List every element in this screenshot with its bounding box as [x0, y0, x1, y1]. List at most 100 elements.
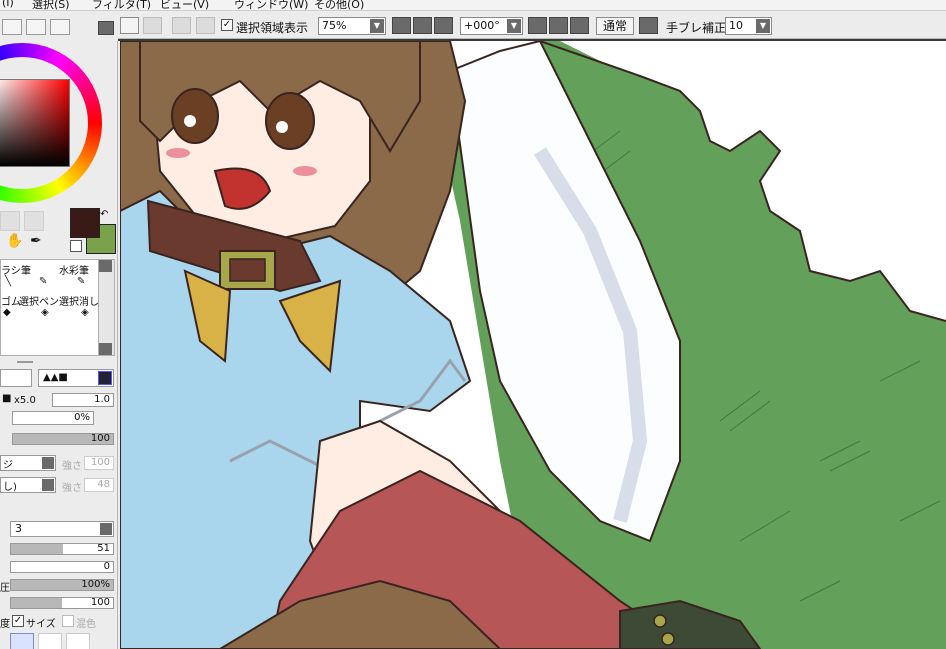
- chevron-down-icon: ▼: [507, 19, 521, 33]
- show-selection-label: 選択領域表示: [236, 21, 309, 35]
- menu-item-window[interactable]: ウィンドウ(W): [234, 0, 308, 10]
- brush-preset-select[interactable]: 3: [10, 521, 114, 537]
- density-value: 100: [90, 433, 110, 444]
- bleed-strength-label: 強さ: [62, 483, 82, 494]
- tool-eraser[interactable]: ゴム: [1, 293, 21, 308]
- size-multiplier[interactable]: x5.0: [14, 395, 36, 406]
- reset-colors-icon[interactable]: [70, 240, 82, 252]
- brush-shape-square-icon[interactable]: [98, 371, 112, 385]
- persistence-value: 100: [90, 597, 110, 608]
- blending-value: 0: [103, 561, 110, 572]
- artwork: [120, 41, 946, 649]
- menu-item-filter[interactable]: フィルタ(T): [92, 0, 151, 10]
- undo-icon[interactable]: [120, 17, 139, 34]
- hand-icon[interactable]: ✋: [6, 233, 23, 249]
- view-icon[interactable]: [50, 19, 70, 35]
- view-grid-icon[interactable]: [26, 19, 46, 35]
- density-slider[interactable]: 100: [12, 433, 114, 445]
- tool-selection-pen[interactable]: 選択ペン: [19, 293, 59, 308]
- brush-dot-selector[interactable]: [66, 633, 90, 649]
- brush-size-field[interactable]: 1.0: [52, 393, 114, 407]
- drawing-canvas[interactable]: [120, 41, 946, 649]
- deselect-icon[interactable]: [172, 17, 191, 34]
- chevron-down-icon: ▼: [756, 19, 770, 33]
- bleed-strength-field: 48: [84, 478, 114, 492]
- zoom-in-icon[interactable]: [413, 17, 432, 34]
- swap-colors-icon[interactable]: ↶: [100, 209, 108, 220]
- eyedropper-icon[interactable]: ✒: [30, 233, 42, 249]
- panel-toolbar: [0, 11, 118, 41]
- paper-texture-select[interactable]: ジ: [0, 455, 56, 471]
- texture-strength-label: 強さ: [62, 461, 82, 472]
- zoom-reset-icon[interactable]: [434, 17, 453, 34]
- texture-strength-field: 100: [84, 456, 114, 470]
- flip-horizontal-icon[interactable]: [639, 17, 658, 34]
- show-selection-checkbox[interactable]: ✓: [221, 19, 233, 31]
- brush-dot-selector[interactable]: [10, 633, 34, 649]
- pressure-density-label: 度: [0, 619, 10, 630]
- stabilizer-select[interactable]: 10 ▼: [725, 17, 772, 35]
- redo-icon[interactable]: [143, 17, 162, 34]
- rotate-ccw-icon[interactable]: [528, 17, 547, 34]
- zoom-out-icon[interactable]: [392, 17, 411, 34]
- stabilizer-label: 手ブレ補正: [666, 21, 727, 35]
- menu-item-view[interactable]: ビュー(V): [160, 0, 209, 10]
- size-link-icon: ■: [2, 393, 12, 404]
- rotate-reset-icon[interactable]: [570, 17, 589, 34]
- zoom-select[interactable]: 75% ▼: [318, 17, 386, 35]
- persistence-slider[interactable]: 100: [10, 597, 114, 609]
- paper-texture-value: ジ: [3, 460, 13, 471]
- menu-bar: (I) 選択(S) フィルタ(T) ビュー(V) ウィンドウ(W) その他(O): [0, 0, 946, 11]
- bleed-value: し): [3, 482, 17, 493]
- panel-splitter[interactable]: [17, 361, 33, 363]
- rotation-value: +000°: [464, 19, 500, 32]
- eraser-icon: ◆: [3, 307, 11, 318]
- pressure-size-checkbox[interactable]: ✓: [12, 615, 24, 627]
- selection-pen-icon: ◈: [41, 307, 49, 318]
- blending-slider[interactable]: 0: [10, 561, 114, 573]
- brush-shape-icon[interactable]: ▲▲■: [43, 372, 68, 383]
- main-toolbar: ✓ 選択領域表示 75% ▼ +000° ▼ 通常 手ブレ補正 10 ▼: [118, 11, 946, 39]
- pen-icon: ✎: [39, 276, 48, 287]
- bleed-select[interactable]: し): [0, 477, 56, 493]
- quick-slot[interactable]: [24, 211, 44, 231]
- tool-watercolor[interactable]: 水彩筆: [59, 262, 89, 277]
- scroll-down-icon[interactable]: [99, 343, 112, 355]
- panel-menu-arrow-icon[interactable]: [98, 21, 114, 35]
- pressure-slider[interactable]: 100%: [10, 579, 114, 591]
- quick-slot[interactable]: [0, 211, 20, 231]
- chevron-down-icon: ▼: [370, 19, 384, 33]
- menu-item-select[interactable]: 選択(S): [32, 0, 70, 10]
- min-size-field[interactable]: 0%: [12, 411, 94, 425]
- selection-eraser-icon: ◈: [81, 307, 89, 318]
- normal-view-button[interactable]: 通常: [596, 17, 635, 35]
- rotation-select[interactable]: +000° ▼: [460, 17, 523, 35]
- brush-preset-value: 3: [15, 522, 22, 535]
- menu-item-layer[interactable]: (I): [2, 0, 14, 9]
- invert-selection-icon[interactable]: [196, 17, 215, 34]
- brush-shape-selector[interactable]: ▲▲■: [38, 369, 114, 387]
- pressure-mix-checkbox[interactable]: [62, 615, 74, 627]
- tool-panel: ↶ ✋ ✒ ラシ 筆 水彩筆 ╲ ✎ ✎ ゴム 選択ペン 選択消し ◆ ◈ ◈ …: [0, 41, 118, 649]
- zoom-value: 75%: [322, 19, 347, 32]
- tool-palette: ラシ 筆 水彩筆 ╲ ✎ ✎ ゴム 選択ペン 選択消し ◆ ◈ ◈: [0, 259, 100, 356]
- scroll-up-icon[interactable]: [99, 260, 112, 272]
- pressure-mix-label: 混色: [76, 619, 96, 630]
- brush-icon: ╲: [5, 276, 12, 287]
- watercolor-icon: ✎: [77, 276, 86, 287]
- menu-item-other[interactable]: その他(O): [314, 0, 364, 10]
- tool-selection-eraser[interactable]: 選択消し: [59, 293, 99, 308]
- blur-slider[interactable]: 51: [10, 543, 114, 555]
- tool-brush[interactable]: ラシ: [1, 262, 21, 277]
- pressure-label: 圧: [0, 583, 10, 594]
- brush-dot-selector[interactable]: [38, 633, 62, 649]
- tool-scrollbar[interactable]: [98, 259, 115, 356]
- blend-mode-select[interactable]: [0, 369, 32, 387]
- saturation-value-square[interactable]: [0, 79, 70, 167]
- pressure-size-label: サイズ: [26, 619, 56, 630]
- rotate-cw-icon[interactable]: [549, 17, 568, 34]
- view-list-icon[interactable]: [2, 19, 22, 35]
- tool-pen[interactable]: 筆: [21, 262, 31, 277]
- stabilizer-value: 10: [729, 19, 743, 32]
- foreground-color-swatch[interactable]: [70, 208, 100, 238]
